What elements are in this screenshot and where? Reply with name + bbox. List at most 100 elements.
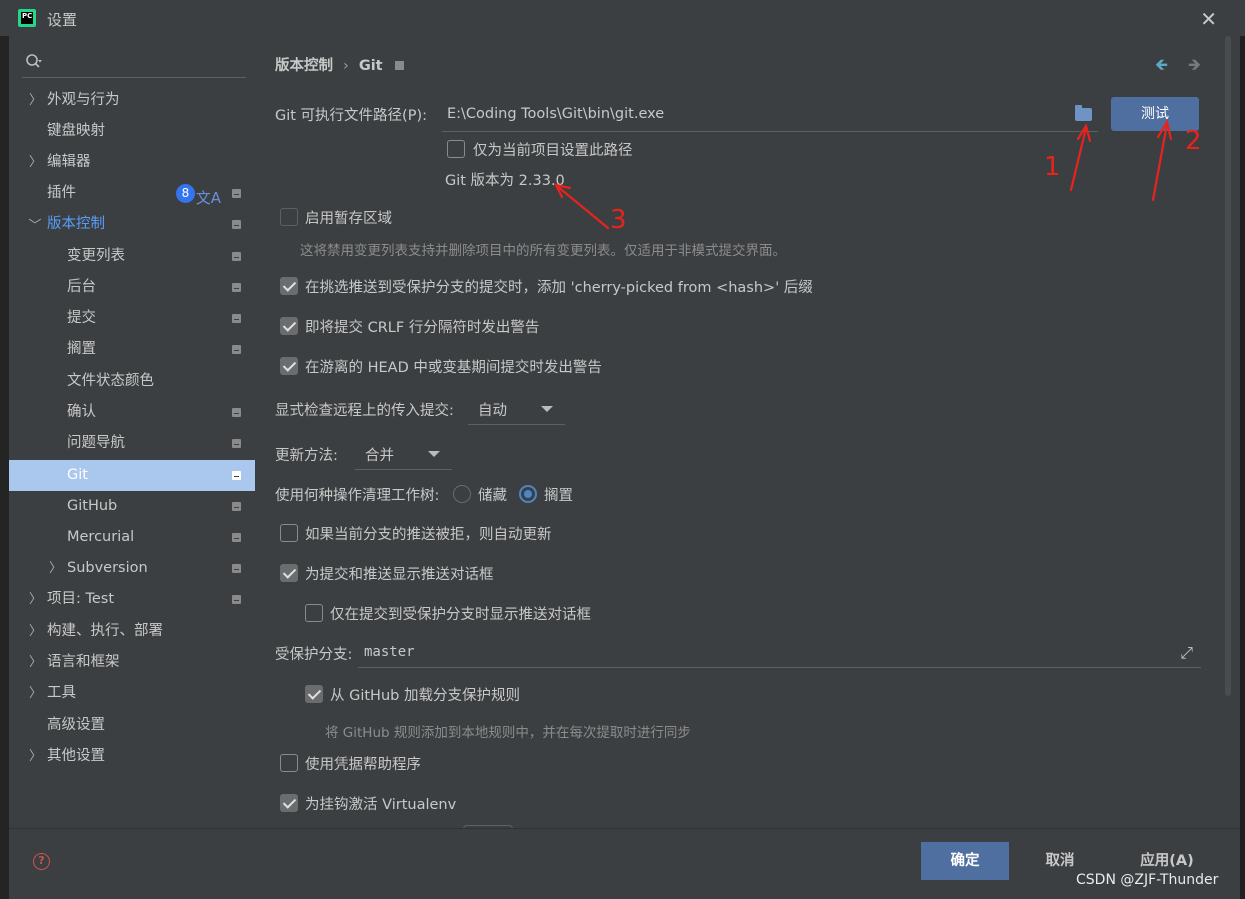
push-dialog-label: 为提交和推送显示推送对话框 — [305, 567, 494, 583]
sidebar-item-editor[interactable]: 〉 编辑器 — [9, 147, 255, 178]
protected-branches-input[interactable]: master ⤢ — [358, 637, 1201, 668]
sidebar-item-shelf[interactable]: 搁置 — [9, 334, 255, 365]
close-icon[interactable]: ✕ — [1200, 7, 1217, 31]
back-arrow-icon[interactable]: 🡸 — [1155, 54, 1168, 81]
settings-sidebar: 〉 外观与行为 键盘映射 〉 编辑器 插件 8 文A 〉 版本控制 变更列表 后… — [9, 36, 255, 828]
project-scope-icon — [232, 345, 241, 354]
sidebar-item-keymap[interactable]: 键盘映射 — [9, 116, 255, 147]
project-scope-icon — [232, 502, 241, 511]
detached-head-checkbox[interactable] — [280, 357, 298, 375]
project-scope-icon — [232, 533, 241, 542]
sidebar-item-version-control[interactable]: 〉 版本控制 — [9, 209, 255, 240]
virtualenv-checkbox[interactable] — [280, 794, 298, 812]
clean-worktree-label: 使用何种操作清理工作树: — [275, 488, 440, 504]
project-scope-icon — [232, 283, 241, 292]
chevron-down-icon — [541, 406, 553, 412]
sidebar-item-changelists[interactable]: 变更列表 — [9, 241, 255, 272]
cherry-pick-checkbox[interactable] — [280, 277, 298, 295]
sidebar-item-background[interactable]: 后台 — [9, 272, 255, 303]
pycharm-logo-icon: PC — [18, 9, 36, 27]
incoming-commits-label: 显式检查远程上的传入提交: — [275, 403, 454, 419]
annotation-number-2: 2 — [1185, 126, 1202, 156]
staging-label: 启用暂存区域 — [305, 211, 392, 227]
crlf-label: 即将提交 CRLF 行分隔符时发出警告 — [305, 320, 540, 336]
vertical-scrollbar[interactable] — [1225, 36, 1231, 696]
chevron-right-icon: 〉 — [29, 93, 43, 108]
git-version-text: Git 版本为 2.33.0 — [445, 173, 565, 189]
project-only-checkbox[interactable] — [447, 140, 465, 158]
background-edge — [0, 36, 9, 899]
breadcrumb-current: Git — [358, 58, 383, 74]
annotation-number-3: 3 — [610, 205, 627, 235]
project-scope-icon — [232, 439, 241, 448]
chevron-right-icon: 〉 — [29, 624, 43, 639]
sidebar-item-mercurial[interactable]: Mercurial — [9, 522, 255, 553]
staging-hint: 这将禁用变更列表支持并删除项目中的所有变更列表。仅适用于非模式提交界面。 — [300, 243, 786, 259]
chevron-right-icon: 〉 — [29, 155, 43, 170]
project-scope-icon — [232, 220, 241, 229]
stash-radio[interactable] — [453, 485, 471, 503]
title-bar: PC 设置 ✕ — [0, 0, 1245, 36]
git-path-input[interactable]: E:\Coding Tools\Git\bin\git.exe — [442, 98, 1098, 132]
update-method-dropdown[interactable]: 合并 — [355, 438, 452, 470]
forward-arrow-icon[interactable]: 🡺 — [1188, 54, 1201, 81]
project-scope-icon — [232, 252, 241, 261]
sidebar-item-advanced[interactable]: 高级设置 — [9, 710, 255, 741]
shelve-radio[interactable] — [519, 485, 537, 503]
expand-icon[interactable]: ⤢ — [1180, 643, 1193, 663]
protected-branches-label: 受保护分支: — [275, 647, 353, 663]
github-rules-checkbox[interactable] — [305, 685, 323, 703]
project-scope-icon — [232, 408, 241, 417]
watermark: CSDN @ZJF-Thunder — [1076, 872, 1219, 888]
project-scope-icon — [232, 471, 241, 480]
push-dialog-checkbox[interactable] — [280, 564, 298, 582]
github-rules-hint: 将 GitHub 规则添加到本地规则中，并在每次提取时进行同步 — [325, 725, 691, 741]
sidebar-item-appearance[interactable]: 〉 外观与行为 — [9, 85, 255, 116]
push-protected-checkbox[interactable] — [305, 604, 323, 622]
cherry-pick-label: 在挑选推送到受保护分支的提交时，添加 'cherry-picked from <… — [305, 280, 813, 296]
incoming-commits-dropdown[interactable]: 自动 — [468, 393, 565, 425]
chevron-right-icon: 〉 — [29, 749, 43, 764]
search-icon — [26, 54, 42, 68]
ok-button[interactable]: 确定 — [921, 842, 1009, 880]
stash-radio-label: 储藏 — [478, 488, 507, 504]
detached-head-label: 在游离的 HEAD 中或变基期间提交时发出警告 — [305, 360, 602, 376]
sidebar-item-commit[interactable]: 提交 — [9, 303, 255, 334]
shelve-radio-label: 搁置 — [544, 488, 573, 504]
background-edge-right — [1240, 36, 1245, 899]
chevron-right-icon: 〉 — [29, 592, 43, 607]
update-count-badge: 8 — [176, 184, 195, 203]
update-method-label: 更新方法: — [275, 448, 338, 464]
sidebar-item-file-status-colors[interactable]: 文件状态颜色 — [9, 366, 255, 397]
project-only-label: 仅为当前项目设置此路径 — [473, 143, 633, 159]
sidebar-item-confirmation[interactable]: 确认 — [9, 397, 255, 428]
sidebar-item-git[interactable]: Git — [9, 460, 255, 491]
breadcrumb-parent[interactable]: 版本控制 — [275, 58, 333, 74]
sidebar-item-other[interactable]: 〉 其他设置 — [9, 741, 255, 772]
credential-helper-checkbox[interactable] — [280, 754, 298, 772]
sidebar-item-build[interactable]: 〉 构建、执行、部署 — [9, 616, 255, 647]
github-rules-label: 从 GitHub 加载分支保护规则 — [330, 688, 520, 704]
project-scope-icon — [394, 61, 404, 70]
sidebar-item-languages[interactable]: 〉 语言和框架 — [9, 647, 255, 678]
auto-update-checkbox[interactable] — [280, 524, 298, 542]
sidebar-item-tools[interactable]: 〉 工具 — [9, 678, 255, 709]
help-icon[interactable]: ? — [33, 853, 50, 870]
project-scope-icon — [232, 314, 241, 323]
git-path-label: Git 可执行文件路径(P): — [275, 108, 428, 124]
search-input[interactable] — [22, 48, 246, 78]
git-path-value: E:\Coding Tools\Git\bin\git.exe — [447, 106, 665, 122]
project-scope-icon — [232, 564, 241, 573]
sidebar-item-github[interactable]: GitHub — [9, 491, 255, 522]
git-settings-panel: 版本控制 › Git 🡸 🡺 Git 可执行文件路径(P): E:\Coding T… — [255, 36, 1240, 829]
sidebar-item-issue-navigation[interactable]: 问题导航 — [9, 428, 255, 459]
crlf-checkbox[interactable] — [280, 317, 298, 335]
project-scope-icon — [232, 189, 241, 198]
sidebar-item-subversion[interactable]: 〉 Subversion — [9, 553, 255, 584]
project-scope-icon — [232, 595, 241, 604]
sidebar-item-plugins[interactable]: 插件 8 文A — [9, 178, 255, 209]
annotation-number-1: 1 — [1044, 152, 1061, 182]
sidebar-item-project[interactable]: 〉 项目: Test — [9, 584, 255, 615]
staging-checkbox[interactable] — [280, 208, 298, 226]
folder-icon[interactable] — [1075, 105, 1092, 121]
